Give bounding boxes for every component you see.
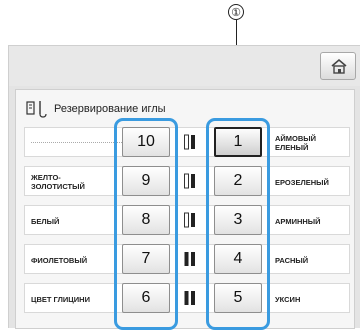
right-color-name: РАСНЫЙ	[275, 256, 309, 265]
left-color-name: ЦВЕТ ГЛИЦИНИ	[31, 295, 90, 304]
needle-button-5[interactable]: 5	[214, 283, 262, 313]
callout-number: ①	[228, 4, 244, 20]
left-color-name: БЕЛЫЙ	[31, 217, 60, 226]
needle-button-3[interactable]: 3	[214, 205, 262, 235]
panel-title: Резервирование иглы	[54, 103, 166, 115]
needle-button-8[interactable]: 8	[122, 205, 170, 235]
right-color-name: АЙМОВЫЙ ЕЛЕНЫЙ	[275, 134, 317, 152]
home-icon	[331, 58, 347, 74]
needle-bar-icon	[26, 101, 47, 118]
left-color-name: ЖЕЛТО- ЗОЛОТИСТЫЙ	[31, 173, 85, 191]
panel-header: Резервирование иглы	[26, 99, 166, 119]
left-color-name: ФИОЛЕТОВЫЙ	[31, 256, 88, 265]
right-color-name: УКСИН	[275, 295, 301, 304]
top-bar	[9, 46, 360, 86]
needle-button-1[interactable]: 1	[214, 127, 262, 157]
needle-button-6[interactable]: 6	[122, 283, 170, 313]
needle-button-9[interactable]: 9	[122, 166, 170, 196]
needle-button-10[interactable]: 10	[122, 127, 170, 157]
thread-spool-icon	[184, 291, 195, 305]
empty-slot	[31, 142, 126, 143]
needle-button-7[interactable]: 7	[122, 244, 170, 274]
needle-button-2[interactable]: 2	[214, 166, 262, 196]
needle-button-4[interactable]: 4	[214, 244, 262, 274]
thread-spool-icon	[184, 134, 195, 150]
machine-screen: Резервирование иглы АЙМОВЫЙ ЕЛЕНЫЙ ЖЕЛТО…	[8, 45, 360, 330]
thread-spool-icon	[184, 173, 195, 189]
needle-reservation-panel: Резервирование иглы АЙМОВЫЙ ЕЛЕНЫЙ ЖЕЛТО…	[15, 89, 355, 330]
home-button[interactable]	[320, 52, 356, 80]
right-color-name: ЕРОЗЕЛЕНЫЙ	[275, 178, 329, 187]
right-color-name: АРМИННЫЙ	[275, 217, 321, 226]
thread-spool-icon	[184, 212, 195, 228]
thread-spool-icon	[184, 252, 195, 266]
